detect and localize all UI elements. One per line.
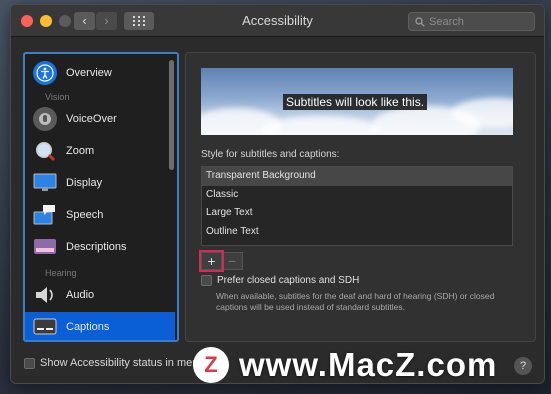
sidebar-item-speech[interactable]: Speech (25, 200, 175, 230)
sidebar: Overview Vision VoiceOver Zoom Display S… (23, 52, 179, 342)
section-header-vision: Vision (45, 92, 70, 102)
sidebar-item-label: Overview (66, 67, 112, 79)
sidebar-item-display[interactable]: Display (25, 168, 175, 198)
style-label: Style for subtitles and captions: (201, 149, 340, 160)
captions-panel: Subtitles will look like this. Style for… (185, 52, 536, 342)
watermark: Z www.MacZ.com (193, 346, 497, 384)
preferences-window: ‹ › Accessibility Search Overview Vision… (10, 4, 545, 384)
sidebar-item-label: Captions (66, 321, 110, 333)
zoom-icon (33, 139, 57, 163)
sdh-checkbox[interactable] (201, 275, 212, 286)
sidebar-item-label: Speech (66, 209, 104, 221)
list-controls: + − (199, 250, 243, 272)
preview-subtitle: Subtitles will look like this. (283, 94, 428, 110)
search-field[interactable] (408, 12, 535, 31)
list-item[interactable]: Transparent Background (202, 167, 512, 186)
sdh-description: When available, subtitles for the deaf a… (216, 291, 495, 312)
watermark-text: www.MacZ.com (239, 346, 498, 383)
sdh-label: Prefer closed captions and SDH (217, 275, 360, 286)
speech-icon (33, 203, 57, 227)
sidebar-item-label: Audio (66, 289, 95, 301)
sidebar-item-voiceover[interactable]: VoiceOver (25, 104, 175, 134)
add-style-button[interactable]: + (199, 250, 224, 272)
sidebar-item-captions[interactable]: Captions (25, 312, 175, 340)
section-header-hearing: Hearing (45, 268, 77, 278)
speaker-icon (33, 283, 57, 307)
help-button[interactable]: ? (514, 357, 532, 375)
caption-style-list: Transparent Background Classic Large Tex… (201, 166, 513, 246)
menu-status-checkbox[interactable] (24, 357, 35, 369)
remove-style-button[interactable]: − (222, 252, 243, 270)
sidebar-item-zoom[interactable]: Zoom (25, 136, 175, 166)
sidebar-item-label: Descriptions (66, 241, 127, 253)
list-item[interactable]: Large Text (202, 204, 512, 223)
sidebar-item-label: VoiceOver (66, 113, 117, 125)
display-icon (33, 171, 57, 195)
accessibility-icon (33, 61, 57, 85)
voiceover-icon (33, 107, 57, 131)
sidebar-item-label: Zoom (66, 145, 95, 157)
captions-icon (33, 315, 57, 339)
sdh-option: Prefer closed captions and SDH (201, 275, 359, 286)
descriptions-icon (33, 235, 57, 259)
sidebar-item-audio[interactable]: Audio (25, 280, 175, 310)
search-input[interactable] (429, 15, 524, 28)
title-bar: ‹ › Accessibility (11, 5, 544, 37)
sidebar-item-descriptions[interactable]: Descriptions (25, 232, 175, 262)
list-item[interactable]: Outline Text (202, 223, 512, 242)
watermark-logo: Z (193, 347, 229, 383)
list-item[interactable]: Classic (202, 186, 512, 205)
search-icon (415, 16, 425, 27)
sidebar-item-overview[interactable]: Overview (25, 58, 175, 88)
caption-preview: Subtitles will look like this. (201, 68, 513, 135)
sidebar-item-label: Display (66, 177, 103, 189)
